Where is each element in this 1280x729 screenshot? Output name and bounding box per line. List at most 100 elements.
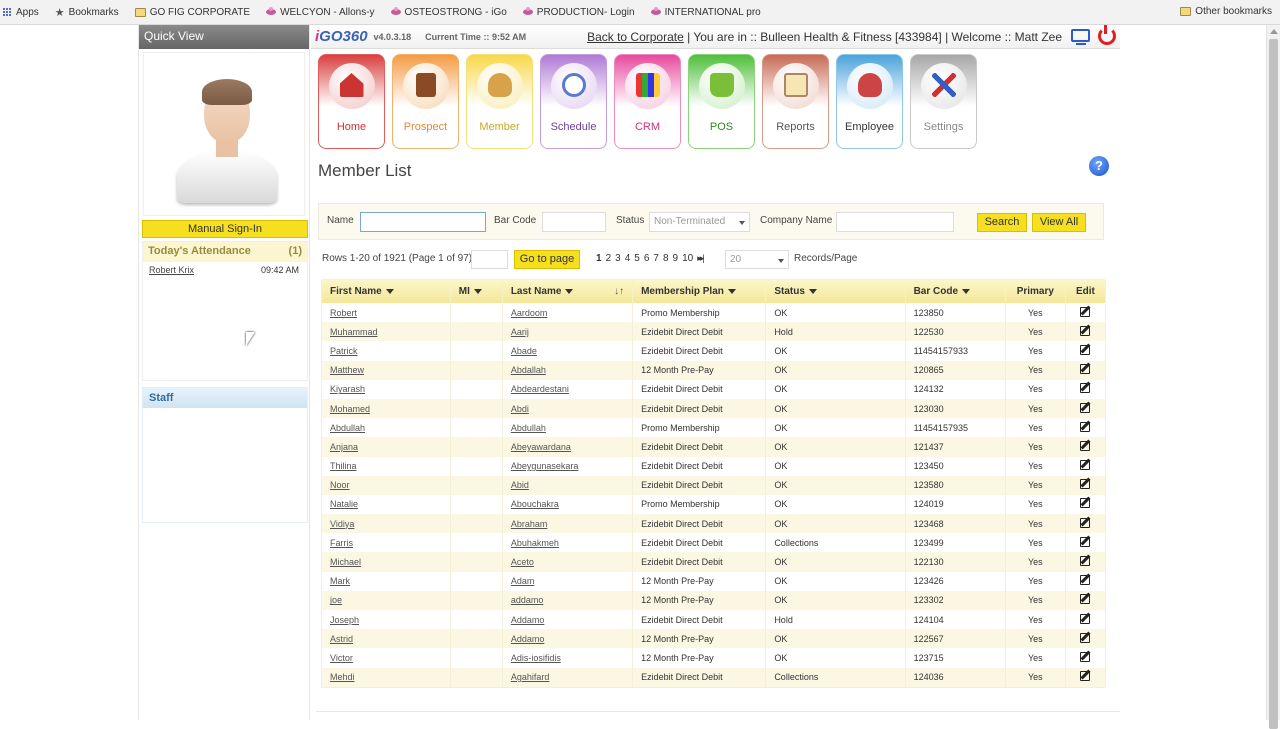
column-header-bar-code[interactable]: Bar Code	[905, 280, 1006, 303]
manual-sign-in-button[interactable]: Manual Sign-In	[142, 220, 308, 238]
edit-icon[interactable]	[1080, 479, 1091, 490]
edit-icon[interactable]	[1080, 306, 1091, 317]
view-all-button[interactable]: View All	[1032, 213, 1086, 232]
search-button[interactable]: Search	[977, 213, 1027, 232]
first-name-link[interactable]: Kiyarash	[330, 384, 365, 394]
column-header-last-name[interactable]: Last Name ↓↑	[502, 280, 634, 303]
edit-icon[interactable]	[1080, 594, 1091, 605]
edit-icon[interactable]	[1080, 575, 1091, 586]
nav-tile-member[interactable]: Member	[466, 54, 533, 149]
first-name-link[interactable]: Noor	[330, 480, 350, 490]
first-name-link[interactable]: Astrid	[330, 634, 353, 644]
last-name-link[interactable]: Adam	[511, 576, 535, 586]
edit-icon[interactable]	[1080, 517, 1091, 528]
last-name-link[interactable]: Abid	[511, 480, 529, 490]
page-number-input[interactable]	[471, 250, 508, 269]
first-name-link[interactable]: Mark	[330, 576, 350, 586]
edit-icon[interactable]	[1080, 498, 1091, 509]
edit-icon[interactable]	[1080, 364, 1091, 375]
nav-tile-employee[interactable]: Employee	[836, 54, 903, 149]
page-link[interactable]: 10	[682, 253, 693, 264]
last-name-link[interactable]: Abdullah	[511, 423, 546, 433]
last-name-link[interactable]: Adis-iosifidis	[511, 653, 561, 663]
page-link[interactable]: 7	[653, 253, 659, 264]
last-name-link[interactable]: addamo	[511, 595, 544, 605]
scroll-up-arrow-icon[interactable]	[1270, 29, 1278, 34]
bookmark-go-fig-corporate[interactable]: GO FIG CORPORATE	[134, 7, 250, 18]
edit-icon[interactable]	[1080, 383, 1091, 394]
last-name-link[interactable]: Addamo	[511, 615, 545, 625]
records-per-page-select[interactable]: 20	[725, 250, 789, 269]
edit-icon[interactable]	[1080, 402, 1091, 413]
bookmark-apps[interactable]: Apps	[3, 7, 39, 18]
page-link[interactable]: 6	[644, 253, 650, 264]
first-name-link[interactable]: Victor	[330, 653, 353, 663]
edit-icon[interactable]	[1080, 421, 1091, 432]
barcode-input[interactable]	[542, 212, 606, 232]
last-name-link[interactable]: Agahifard	[511, 672, 550, 682]
first-name-link[interactable]: Muhammad	[330, 327, 378, 337]
last-page-icon[interactable]: ▸▸|	[697, 253, 705, 264]
last-name-link[interactable]: Abouchakra	[511, 499, 559, 509]
edit-icon[interactable]	[1080, 671, 1091, 682]
nav-tile-prospect[interactable]: Prospect	[392, 54, 459, 149]
last-name-link[interactable]: Abdeardestani	[511, 384, 569, 394]
column-header-mi[interactable]: MI	[450, 280, 503, 303]
page-scrollbar[interactable]	[1266, 25, 1280, 729]
last-name-link[interactable]: Aceto	[511, 557, 534, 567]
page-link[interactable]: 9	[673, 253, 679, 264]
last-name-link[interactable]: Abeyawardana	[511, 442, 571, 452]
scroll-thumb[interactable]	[1269, 39, 1278, 729]
first-name-link[interactable]: joe	[330, 595, 342, 605]
status-select[interactable]: Non-Terminated	[649, 212, 750, 232]
page-link-current[interactable]: 1	[596, 253, 602, 264]
nav-tile-reports[interactable]: Reports	[762, 54, 829, 149]
last-name-link[interactable]: Aarij	[511, 327, 529, 337]
last-name-link[interactable]: Abdallah	[511, 365, 546, 375]
edit-icon[interactable]	[1080, 556, 1091, 567]
first-name-link[interactable]: Joseph	[330, 615, 359, 625]
column-header-membership-plan[interactable]: Membership Plan	[632, 280, 767, 303]
first-name-link[interactable]: Matthew	[330, 365, 364, 375]
monitor-icon[interactable]	[1071, 29, 1090, 45]
sort-az-icon[interactable]: ↓↑	[614, 286, 624, 297]
first-name-link[interactable]: Mohamed	[330, 404, 370, 414]
last-name-link[interactable]: Abdi	[511, 404, 529, 414]
attendance-member-link[interactable]: Robert Krix	[149, 265, 194, 275]
bookmark-bookmarks[interactable]: ★ Bookmarks	[55, 6, 119, 19]
edit-icon[interactable]	[1080, 536, 1091, 547]
first-name-link[interactable]: Thilina	[330, 461, 357, 471]
back-to-corporate-link[interactable]: Back to Corporate	[587, 30, 684, 44]
last-name-link[interactable]: Abeygunasekara	[511, 461, 579, 471]
first-name-link[interactable]: Mehdi	[330, 672, 355, 682]
nav-tile-schedule[interactable]: Schedule	[540, 54, 607, 149]
page-link[interactable]: 3	[615, 253, 621, 264]
power-logout-icon[interactable]	[1098, 25, 1116, 45]
last-name-link[interactable]: Abraham	[511, 519, 548, 529]
edit-icon[interactable]	[1080, 325, 1091, 336]
first-name-link[interactable]: Abdullah	[330, 423, 365, 433]
column-header-status[interactable]: Status	[765, 280, 906, 303]
page-link[interactable]: 2	[606, 253, 612, 264]
edit-icon[interactable]	[1080, 344, 1091, 355]
page-link[interactable]: 4	[625, 253, 631, 264]
first-name-link[interactable]: Michael	[330, 557, 361, 567]
page-link[interactable]: 8	[663, 253, 669, 264]
last-name-link[interactable]: Abuhakmeh	[511, 538, 559, 548]
last-name-link[interactable]: Addamo	[511, 634, 545, 644]
edit-icon[interactable]	[1080, 613, 1091, 624]
first-name-link[interactable]: Robert	[330, 308, 357, 318]
last-name-link[interactable]: Aardoom	[511, 308, 548, 318]
bookmark-other[interactable]: Other bookmarks	[1180, 6, 1272, 17]
page-link[interactable]: 5	[634, 253, 640, 264]
company-name-input[interactable]	[836, 212, 954, 232]
first-name-link[interactable]: Anjana	[330, 442, 358, 452]
last-name-link[interactable]: Abade	[511, 346, 537, 356]
edit-icon[interactable]	[1080, 460, 1091, 471]
bookmark-welcyon[interactable]: WELCYON - Allons-y	[266, 7, 375, 18]
edit-icon[interactable]	[1080, 651, 1091, 662]
go-to-page-button[interactable]: Go to page	[514, 250, 580, 269]
first-name-link[interactable]: Farris	[330, 538, 353, 548]
bookmark-international[interactable]: INTERNATIONAL pro	[650, 7, 761, 18]
nav-tile-pos[interactable]: POS	[688, 54, 755, 149]
